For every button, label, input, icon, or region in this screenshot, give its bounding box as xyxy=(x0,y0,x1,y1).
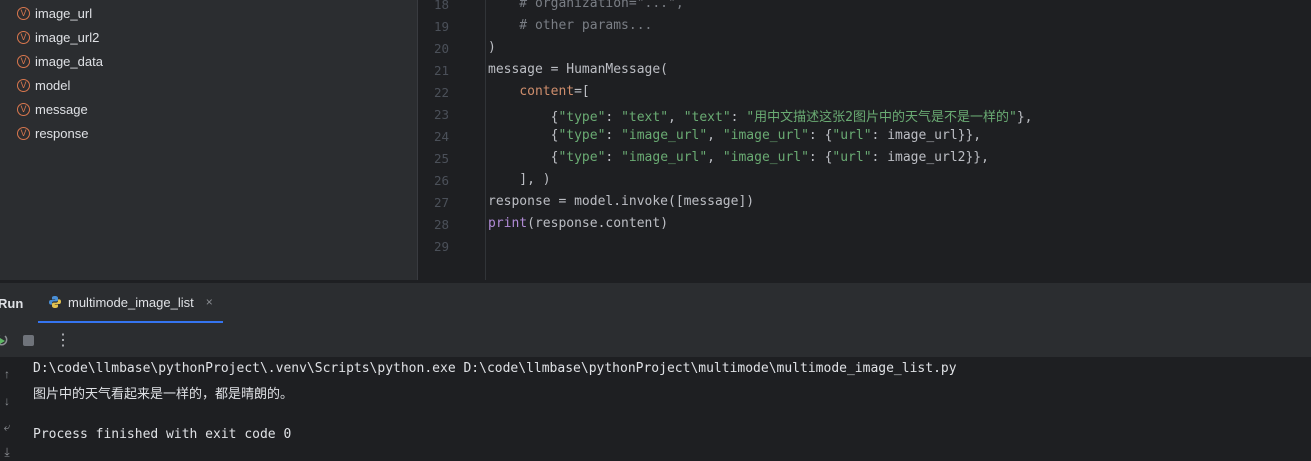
code-line: response = model.invoke([message]) xyxy=(488,194,755,209)
more-options-icon[interactable]: ⋮ xyxy=(55,330,71,350)
line-number: 28 xyxy=(433,217,449,232)
run-title: Run xyxy=(0,296,24,311)
scroll-to-end-icon[interactable]: ⤓ xyxy=(0,445,14,460)
variable-icon: V xyxy=(17,102,30,116)
soft-wrap-icon[interactable]: ⤶ xyxy=(0,420,14,435)
line-number: 19 xyxy=(433,19,449,34)
code-line: {"type": "image_url", "image_url": {"url… xyxy=(488,128,982,143)
line-number: 18 xyxy=(433,0,449,12)
code-editor[interactable]: 18 19 20 21 22 23 24 25 26 27 28 29 # or… xyxy=(418,0,1311,280)
variable-icon: V xyxy=(17,54,30,68)
structure-item-label: image_url2 xyxy=(35,29,100,45)
close-icon[interactable]: × xyxy=(206,295,213,309)
line-number: 27 xyxy=(433,195,449,210)
variable-icon: V xyxy=(17,30,30,44)
line-number: 25 xyxy=(433,151,449,166)
structure-item-image-url[interactable]: V image_url xyxy=(17,3,92,23)
console-line: D:\code\llmbase\pythonProject\.venv\Scri… xyxy=(33,361,957,376)
code-line: # other params... xyxy=(488,18,653,33)
run-tool-window-header: Run multimode_image_list × xyxy=(0,282,1311,324)
console-line: 图片中的天气看起来是一样的，都是晴朗的。 xyxy=(33,387,294,402)
python-file-icon xyxy=(49,296,61,308)
code-line: ], ) xyxy=(488,172,551,187)
code-line: ) xyxy=(488,40,496,55)
structure-item-label: image_url xyxy=(35,5,93,21)
line-number: 22 xyxy=(433,85,449,100)
run-toolbar: ⋮ xyxy=(0,323,1311,357)
tab-multimode-image-list[interactable]: multimode_image_list × xyxy=(38,283,223,323)
code-line: {"type": "image_url", "image_url": {"url… xyxy=(488,150,989,165)
line-gutter: 18 19 20 21 22 23 24 25 26 27 28 29 xyxy=(418,0,486,280)
code-line: {"type": "text", "text": "用中文描述这张2图片中的天气… xyxy=(488,110,1033,125)
up-arrow-icon[interactable]: ↑ xyxy=(0,367,14,381)
structure-item-image-data[interactable]: V image_data xyxy=(17,51,103,71)
console-line: Process finished with exit code 0 xyxy=(33,427,292,442)
structure-item-label: model xyxy=(35,77,71,93)
structure-item-response[interactable]: V response xyxy=(17,123,88,143)
variable-icon: V xyxy=(17,126,30,140)
line-number: 21 xyxy=(433,63,449,78)
console-side-toolbar: ↑ ↓ ⤶ ⤓ xyxy=(0,357,22,461)
structure-item-label: image_data xyxy=(35,53,103,69)
rerun-icon[interactable] xyxy=(0,332,10,353)
line-number: 29 xyxy=(433,239,449,254)
structure-item-label: response xyxy=(35,125,89,141)
down-arrow-icon[interactable]: ↓ xyxy=(0,394,14,408)
line-number: 24 xyxy=(433,129,449,144)
variable-icon: V xyxy=(17,78,30,92)
line-number: 26 xyxy=(433,173,449,188)
structure-item-model[interactable]: V model xyxy=(17,75,70,95)
run-console[interactable]: ↑ ↓ ⤶ ⤓ D:\code\llmbase\pythonProject\.v… xyxy=(0,357,1311,461)
variable-icon: V xyxy=(17,6,30,20)
line-number: 23 xyxy=(433,107,449,122)
code-line: message = HumanMessage( xyxy=(488,62,669,77)
structure-item-image-url2[interactable]: V image_url2 xyxy=(17,27,99,47)
structure-item-label: message xyxy=(35,101,88,117)
line-number: 20 xyxy=(433,41,449,56)
code-line: content=[ xyxy=(519,84,590,99)
structure-item-message[interactable]: V message xyxy=(17,99,88,119)
stop-icon[interactable] xyxy=(23,335,34,346)
tab-label: multimode_image_list xyxy=(68,294,194,310)
code-line: print(response.content) xyxy=(488,216,669,231)
code-line: # organization="...", xyxy=(488,0,684,11)
structure-panel: V image_url V image_url2 V image_data V … xyxy=(0,0,418,280)
